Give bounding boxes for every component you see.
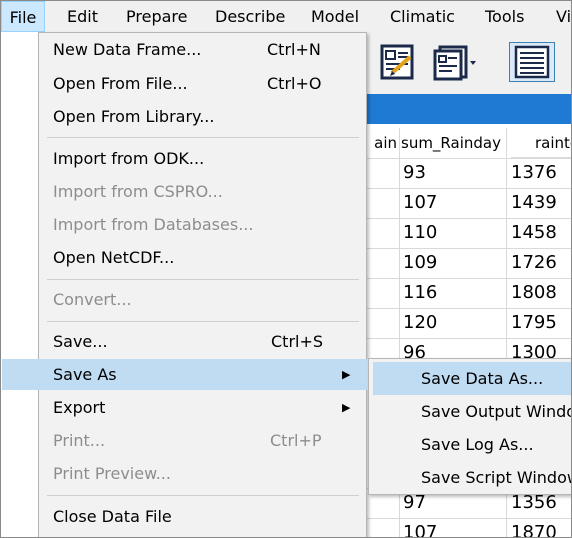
data-view-button[interactable] (509, 42, 555, 82)
menu-separator (47, 495, 359, 496)
submenu-item-label: Save Log As... (421, 435, 534, 454)
column-header-sum-rainday[interactable]: sum_Rainday (401, 128, 505, 159)
submenu-item-label: Save Output Windo (421, 402, 572, 421)
menu-item-label: New Data Frame... (53, 40, 202, 59)
menu-item-open-from-library[interactable]: Open From Library... (39, 101, 366, 132)
menu-separator (47, 279, 359, 280)
submenu-arrow-icon: ▶ (342, 401, 351, 414)
menu-climatic[interactable]: Climatic (390, 1, 455, 32)
app-window: File Edit Prepare Describe Model Climati… (0, 0, 572, 538)
menu-edit[interactable]: Edit (67, 1, 98, 32)
menu-separator (47, 321, 359, 322)
menu-item-import-from-odk[interactable]: Import from ODK... (39, 143, 366, 174)
menu-describe[interactable]: Describe (215, 1, 285, 32)
file-menu-dropdown: New Data Frame... Ctrl+N Open From File.… (2, 32, 368, 537)
grid-cell[interactable]: 1458 (511, 218, 557, 248)
shortcut-label: Ctrl+N (267, 40, 321, 59)
grid-cell[interactable]: 109 (403, 248, 437, 278)
grid-cell[interactable]: 107 (403, 188, 437, 218)
log-window-button[interactable] (377, 42, 415, 82)
grid-cell[interactable]: 1808 (511, 278, 557, 308)
column-header-raintotal[interactable]: rainto (511, 128, 571, 158)
menu-item-save[interactable]: Save... Ctrl+S (39, 326, 366, 357)
menu-item-label: Open NetCDF... (53, 248, 175, 267)
menu-item-label: Print... (53, 431, 106, 450)
menu-item-print: Print... Ctrl+P (39, 425, 366, 456)
menu-item-label: Import from ODK... (53, 149, 205, 168)
grid-cell[interactable]: 93 (403, 158, 426, 188)
menu-file[interactable]: File (1, 1, 45, 32)
grid-cell[interactable]: 1439 (511, 188, 557, 218)
submenu-item-save-data-as[interactable]: Save Data As... (373, 362, 571, 395)
shortcut-label: Ctrl+P (270, 431, 322, 450)
menu-item-label: Print Preview... (53, 464, 171, 483)
grid-cell[interactable]: 1376 (511, 158, 557, 188)
menu-item-export[interactable]: Export ▶ (39, 392, 366, 423)
grid-cell[interactable]: 1726 (511, 248, 557, 278)
grid-cell[interactable]: 116 (403, 278, 437, 308)
menu-bar: File Edit Prepare Describe Model Climati… (1, 1, 571, 32)
menu-item-label: Save As (53, 365, 117, 384)
shortcut-label: Ctrl+O (267, 74, 322, 93)
menu-tools[interactable]: Tools (485, 1, 524, 32)
submenu-item-label: Save Script Window (421, 468, 572, 487)
menu-item-label: Open From Library... (53, 107, 215, 126)
menu-item-convert: Convert... (39, 284, 366, 315)
menu-prepare[interactable]: Prepare (126, 1, 187, 32)
menu-item-label: Import from CSPRO... (53, 182, 223, 201)
menu-item-label: Convert... (53, 290, 132, 309)
menu-item-label: Open From File... (53, 74, 188, 93)
menu-item-label: Import from Databases... (53, 215, 254, 234)
grid-cell[interactable]: 107 (403, 518, 437, 537)
log-window-icon (380, 44, 414, 80)
toolbar (367, 32, 571, 94)
menu-item-save-as[interactable]: Save As ▶ (2, 359, 368, 390)
submenu-arrow-icon: ▶ (342, 368, 351, 381)
column-header-rain[interactable]: ain (367, 128, 399, 159)
menu-item-label: Export (53, 398, 106, 417)
menu-item-import-from-databases: Import from Databases... (39, 209, 366, 240)
output-window-button[interactable] (431, 42, 477, 82)
menu-view[interactable]: Vi (556, 1, 571, 32)
grid-cell[interactable]: 1870 (511, 518, 557, 537)
menu-item-new-data-frame[interactable]: New Data Frame... Ctrl+N (39, 34, 366, 65)
output-window-icon (433, 45, 476, 81)
menu-item-open-netcdf[interactable]: Open NetCDF... (39, 242, 366, 273)
menu-item-open-from-file[interactable]: Open From File... Ctrl+O (39, 68, 366, 99)
menu-item-label: Save... (53, 332, 108, 351)
submenu-item-save-script-window[interactable]: Save Script Window (369, 461, 572, 494)
shortcut-label: Ctrl+S (271, 332, 324, 351)
menu-item-label: Close Data File (53, 507, 172, 526)
data-frame-header-band (367, 94, 571, 124)
save-as-submenu: Save Data As... Save Output Windo Save L… (368, 358, 572, 495)
grid-cell[interactable]: 110 (403, 218, 437, 248)
menu-model[interactable]: Model (311, 1, 359, 32)
submenu-item-label: Save Data As... (421, 369, 544, 388)
menu-item-print-preview: Print Preview... (39, 458, 366, 489)
menu-item-close-data-file[interactable]: Close Data File (39, 501, 366, 532)
submenu-item-save-output-window[interactable]: Save Output Windo (369, 395, 572, 428)
grid-cell[interactable]: 1795 (511, 308, 557, 338)
menu-separator (47, 137, 359, 138)
grid-cell[interactable]: 120 (403, 308, 437, 338)
menu-item-import-from-cspro: Import from CSPRO... (39, 176, 366, 207)
data-grid-icon (514, 45, 550, 79)
submenu-item-save-log-as[interactable]: Save Log As... (369, 428, 571, 461)
